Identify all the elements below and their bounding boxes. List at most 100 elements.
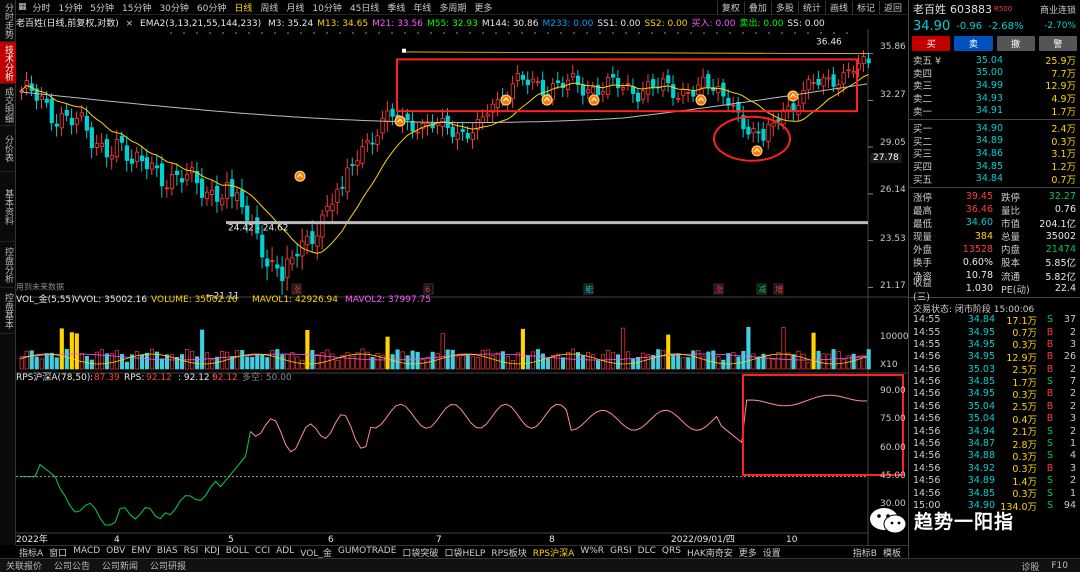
tick-price: 34.87 <box>967 438 995 450</box>
period-tab-7[interactable]: 周线 <box>256 1 282 14</box>
status-tab-3[interactable]: 公司研报 <box>144 559 192 572</box>
signal-dot <box>222 32 224 34</box>
period-tab-12[interactable]: 年线 <box>409 1 435 14</box>
indicator-tab-18[interactable]: GRSI <box>607 546 635 559</box>
period-tab-11[interactable]: 季线 <box>383 1 409 14</box>
indicator-tab-10[interactable]: ADL <box>273 546 297 559</box>
status-right-0[interactable]: 诊股 <box>1015 560 1045 572</box>
left-tab-6[interactable]: 控盘基本 <box>0 288 16 334</box>
bids-row[interactable]: 买二 34.89 0.3万 <box>909 135 1080 148</box>
period-tab-13[interactable]: 多周期 <box>435 1 470 14</box>
toolbar-btn-0[interactable]: 复权 <box>716 1 744 14</box>
volume-bar <box>851 353 856 370</box>
indicator-tab-11[interactable]: VOL_金 <box>297 546 335 559</box>
asks-row[interactable]: 卖五 ¥35.04 25.9万 <box>909 54 1080 68</box>
candle <box>816 78 821 85</box>
trade-button-2[interactable]: 撤 <box>996 36 1035 51</box>
candle <box>290 257 295 265</box>
indicator-tab-7[interactable]: KDJ <box>201 546 223 559</box>
asks-row[interactable]: 卖二 34.93 4.9万 <box>909 92 1080 106</box>
period-tab-2[interactable]: 5分钟 <box>86 1 118 14</box>
trade-button-3[interactable]: 警 <box>1038 36 1077 51</box>
bids-row[interactable]: 买一 34.90 2.4万 <box>909 122 1080 136</box>
period-tab-1[interactable]: 1分钟 <box>55 1 87 14</box>
volume-bar <box>771 358 776 370</box>
grid-icon[interactable]: ▦ <box>16 2 29 12</box>
period-tab-6[interactable]: 日线 <box>230 1 256 14</box>
candle <box>154 165 160 169</box>
ema-name[interactable]: EMA2(3,13,21,55,144,233) <box>140 19 261 29</box>
left-tab-4[interactable]: 基本资料 <box>0 172 16 242</box>
bids-row[interactable]: 买三 34.86 3.1万 <box>909 147 1080 161</box>
period-tab-0[interactable]: 分时 <box>29 1 55 14</box>
status-right-1[interactable]: F10 <box>1045 561 1074 571</box>
indicator-tab-14[interactable]: 口袋HELP <box>441 546 488 559</box>
indicator-tab-0[interactable]: 指标A <box>16 546 46 559</box>
period-tab-10[interactable]: 45日线 <box>346 1 383 14</box>
asks-row[interactable]: 卖四 35.00 7.7万 <box>909 67 1080 80</box>
asks-row[interactable]: 卖三 34.99 12.9万 <box>909 79 1080 93</box>
trade-button-1[interactable]: 卖 <box>954 36 993 51</box>
toolbar-btn-1[interactable]: 叠加 <box>743 1 771 14</box>
indicator-tab-3[interactable]: OBV <box>103 546 128 559</box>
volume-bar <box>455 356 460 370</box>
period-tab-14[interactable]: 更多 <box>470 1 496 14</box>
period-tab-3[interactable]: 15分钟 <box>118 1 155 14</box>
indicator-tab-16[interactable]: RPS沪深A <box>530 546 578 559</box>
indicator-tab-6[interactable]: RSI <box>181 546 202 559</box>
left-tab-1[interactable]: 技术分析 <box>0 42 16 84</box>
signal-dot <box>508 32 510 34</box>
indicator-tab-20[interactable]: QRS <box>659 546 684 559</box>
period-tab-9[interactable]: 10分钟 <box>308 1 345 14</box>
indicator-tab-22[interactable]: 更多 <box>736 546 760 559</box>
period-tab-8[interactable]: 月线 <box>282 1 308 14</box>
tick-count: 94 <box>1063 499 1076 511</box>
asks-price: 34.91 <box>975 105 1003 117</box>
toolbar-btn-5[interactable]: 标记 <box>851 1 879 14</box>
indicator-tab-21[interactable]: HAK南奇安 <box>684 546 736 559</box>
toolbar-btn-4[interactable]: 画线 <box>824 1 852 14</box>
tick-count: 37 <box>1063 314 1076 326</box>
status-tab-1[interactable]: 公司公告 <box>48 559 96 572</box>
indicator-tab-12[interactable]: GUMOTRADE <box>335 546 400 559</box>
tick-list[interactable]: 14:55 34.84 17.1万 S 37 14:55 34.95 0.7万 B 2 14:55 3… <box>909 313 1080 512</box>
left-tab-3[interactable]: 分价表 <box>0 126 16 172</box>
volume-bar <box>836 351 841 370</box>
volume-bar <box>220 351 225 370</box>
bids-row[interactable]: 买四 34.85 1.2万 <box>909 160 1080 174</box>
candle <box>84 115 89 131</box>
toolbar-btn-3[interactable]: 统计 <box>797 1 825 14</box>
left-tab-2[interactable]: 成交明细 <box>0 84 16 126</box>
indicator-tab-8[interactable]: BOLL <box>223 546 252 559</box>
indicator-tab-19[interactable]: DLC <box>635 546 659 559</box>
candle <box>590 86 596 94</box>
period-tab-5[interactable]: 60分钟 <box>193 1 230 14</box>
close-icon[interactable]: × <box>126 19 134 29</box>
indicator-tab-9[interactable]: CCI <box>252 546 273 559</box>
indicator-tab-17[interactable]: W%R <box>577 546 607 559</box>
status-tab-0[interactable]: 关联报价 <box>0 559 48 572</box>
left-tab-0[interactable]: 分时走势 <box>0 0 16 42</box>
left-tab-5[interactable]: 控盘分析 <box>0 242 16 288</box>
stat-value: 36.46 <box>965 204 993 216</box>
period-tab-4[interactable]: 30分钟 <box>155 1 192 14</box>
toolbar-right: 复权 叠加 多股 统计 画线 标记 返回 <box>716 0 906 15</box>
indicator-tab-2[interactable]: MACD <box>70 546 103 559</box>
indicator-tab-5[interactable]: BIAS <box>154 546 181 559</box>
rps-e: 多空: 50.00 <box>242 371 292 383</box>
industry-tag[interactable]: 商业连锁 <box>1040 3 1076 16</box>
candle <box>626 83 631 86</box>
signal-dot <box>820 32 822 34</box>
bids-row[interactable]: 买五 34.84 0.7万 <box>909 172 1080 186</box>
indicator-tab-15[interactable]: RPS板块 <box>488 546 529 559</box>
kline-chart[interactable]: 24.42 - 24.62←21.1136.46用到未来数据涨 6 能涨减增VOL_… <box>16 29 908 545</box>
indicator-tab-13[interactable]: 口袋突破 <box>399 546 441 559</box>
indicator-tab-23[interactable]: 设置 <box>760 546 784 559</box>
indicator-tab-1[interactable]: 窗口 <box>46 546 70 559</box>
status-tab-2[interactable]: 公司新闻 <box>96 559 144 572</box>
trade-button-0[interactable]: 买 <box>912 36 951 51</box>
indicator-tab-4[interactable]: EMV <box>128 546 154 559</box>
toolbar-btn-2[interactable]: 多股 <box>770 1 798 14</box>
asks-row[interactable]: 卖一 34.91 1.7万 <box>909 104 1080 118</box>
toolbar-btn-6[interactable]: 返回 <box>878 1 906 14</box>
